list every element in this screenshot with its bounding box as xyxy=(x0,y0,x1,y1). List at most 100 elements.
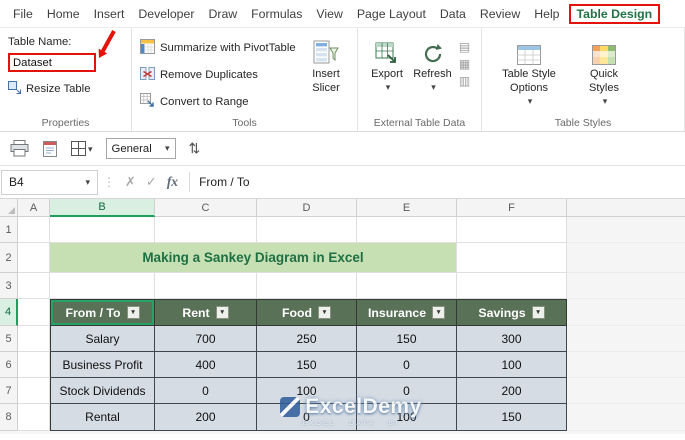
cell[interactable] xyxy=(18,273,50,299)
cell[interactable] xyxy=(18,217,50,243)
row-header[interactable]: 4 xyxy=(0,299,18,326)
tab-table-design[interactable]: Table Design xyxy=(568,3,661,24)
column-header-e[interactable]: E xyxy=(357,199,457,217)
convert-to-range-button[interactable]: Convert to Range xyxy=(140,90,297,114)
cell[interactable]: 150 xyxy=(357,326,457,352)
filter-button[interactable] xyxy=(126,306,140,319)
cell[interactable] xyxy=(457,243,567,273)
select-all-corner[interactable] xyxy=(0,199,18,217)
open-in-browser-icon[interactable]: ▦ xyxy=(457,58,472,71)
filter-button[interactable] xyxy=(531,306,545,319)
cell[interactable]: 150 xyxy=(457,404,567,431)
insert-function-icon[interactable]: fx xyxy=(162,174,183,190)
filter-button[interactable] xyxy=(215,306,229,319)
cell[interactable] xyxy=(457,217,567,243)
cell[interactable]: 0 xyxy=(357,378,457,404)
unlink-icon[interactable]: ▥ xyxy=(457,75,472,88)
row-header[interactable]: 6 xyxy=(0,352,18,378)
row-header[interactable]: 7 xyxy=(0,378,18,404)
number-format-select[interactable]: General xyxy=(105,138,176,159)
table-header-cell[interactable]: Savings xyxy=(457,299,567,326)
quick-styles-button[interactable]: Quick Styles xyxy=(578,36,630,115)
cell[interactable] xyxy=(457,273,567,299)
cell[interactable]: Business Profit xyxy=(50,352,155,378)
row-header[interactable]: 8 xyxy=(0,404,18,431)
tab-view[interactable]: View xyxy=(309,7,349,21)
cell[interactable]: 100 xyxy=(357,404,457,431)
row-header[interactable]: 3 xyxy=(0,273,18,299)
cell[interactable] xyxy=(50,273,155,299)
table-name-input[interactable] xyxy=(8,53,96,72)
cell[interactable]: 150 xyxy=(257,352,357,378)
cell[interactable]: Salary xyxy=(50,326,155,352)
row-header[interactable]: 5 xyxy=(0,326,18,352)
tab-home[interactable]: Home xyxy=(40,7,87,21)
table-properties-icon[interactable]: ▤ xyxy=(457,41,472,54)
cell[interactable]: Stock Dividends xyxy=(50,378,155,404)
filter-button[interactable] xyxy=(318,306,332,319)
formula-bar-content[interactable]: From / To xyxy=(199,175,249,189)
cell[interactable] xyxy=(50,217,155,243)
cell[interactable]: Rental xyxy=(50,404,155,431)
cell[interactable] xyxy=(18,243,50,273)
cell[interactable] xyxy=(357,273,457,299)
column-header-d[interactable]: D xyxy=(257,199,357,217)
cell[interactable]: 300 xyxy=(457,326,567,352)
cell[interactable]: 200 xyxy=(155,404,257,431)
tab-help[interactable]: Help xyxy=(527,7,566,21)
tab-data[interactable]: Data xyxy=(433,7,473,21)
enter-icon[interactable] xyxy=(141,174,162,190)
tab-draw[interactable]: Draw xyxy=(201,7,244,21)
filter-button[interactable] xyxy=(432,306,446,319)
summarize-with-pivottable-button[interactable]: Summarize with PivotTable xyxy=(140,36,297,60)
name-box[interactable]: B4 xyxy=(1,169,98,195)
cell[interactable]: 0 xyxy=(257,404,357,431)
cell[interactable] xyxy=(18,352,50,378)
table-header-cell[interactable]: Food xyxy=(257,299,357,326)
column-header-b[interactable]: B xyxy=(50,199,155,217)
cell[interactable] xyxy=(155,217,257,243)
insert-slicer-button[interactable]: Insert Slicer xyxy=(303,36,349,115)
tab-insert[interactable]: Insert xyxy=(87,7,132,21)
remove-duplicates-button[interactable]: Remove Duplicates xyxy=(140,63,297,87)
export-button[interactable]: Export xyxy=(366,36,408,115)
cell[interactable] xyxy=(18,326,50,352)
column-header-a[interactable]: A xyxy=(18,199,50,217)
sheet-title-cell[interactable]: Making a Sankey Diagram in Excel xyxy=(50,243,457,273)
table-header-cell[interactable]: From / To xyxy=(50,299,155,326)
cancel-icon[interactable] xyxy=(120,174,141,190)
tab-page-layout[interactable]: Page Layout xyxy=(350,7,433,21)
table-style-options-button[interactable]: Table Style Options xyxy=(496,36,562,115)
tab-formulas[interactable]: Formulas xyxy=(244,7,309,21)
column-header-f[interactable]: F xyxy=(457,199,567,217)
cell[interactable]: 100 xyxy=(257,378,357,404)
print-icon[interactable] xyxy=(10,140,29,157)
cell[interactable]: 400 xyxy=(155,352,257,378)
refresh-button[interactable]: Refresh xyxy=(410,36,455,115)
cell[interactable]: 250 xyxy=(257,326,357,352)
resize-table-button[interactable]: Resize Table xyxy=(8,81,123,97)
tab-developer[interactable]: Developer xyxy=(131,7,201,21)
cell[interactable]: 200 xyxy=(457,378,567,404)
column-header-c[interactable]: C xyxy=(155,199,257,217)
cell[interactable]: 0 xyxy=(357,352,457,378)
row-header[interactable]: 2 xyxy=(0,243,18,273)
cell[interactable]: 700 xyxy=(155,326,257,352)
row-header[interactable]: 1 xyxy=(0,217,18,243)
cell[interactable] xyxy=(155,273,257,299)
cell[interactable] xyxy=(18,404,50,431)
print-preview-icon[interactable] xyxy=(42,140,58,157)
cell[interactable] xyxy=(257,217,357,243)
cell[interactable] xyxy=(18,299,50,326)
cell[interactable] xyxy=(18,378,50,404)
cell[interactable] xyxy=(357,217,457,243)
cell[interactable] xyxy=(257,273,357,299)
cell[interactable]: 0 xyxy=(155,378,257,404)
tab-file[interactable]: File xyxy=(6,7,40,21)
borders-icon[interactable] xyxy=(71,140,93,158)
sort-icon[interactable] xyxy=(189,140,201,157)
table-header-cell[interactable]: Insurance xyxy=(357,299,457,326)
table-header-cell[interactable]: Rent xyxy=(155,299,257,326)
cell[interactable]: 100 xyxy=(457,352,567,378)
tab-review[interactable]: Review xyxy=(473,7,527,21)
